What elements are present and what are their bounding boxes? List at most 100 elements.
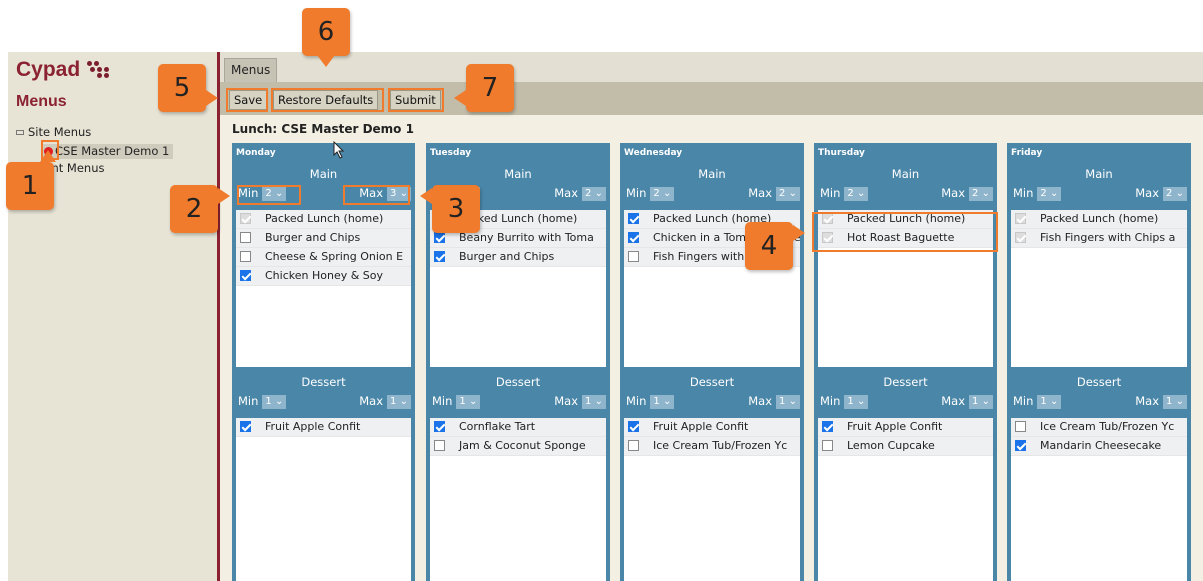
item-checkbox[interactable] <box>1015 439 1026 451</box>
menu-item-label: Fruit Apple Confit <box>847 420 943 433</box>
chevron-down-icon: ⌄ <box>981 395 990 407</box>
collapse-icon[interactable] <box>16 130 24 135</box>
item-checkbox[interactable] <box>240 231 251 243</box>
dessert-min-select[interactable]: 1 ⌄ <box>262 394 287 409</box>
item-checkbox[interactable] <box>628 439 639 451</box>
item-checkbox[interactable] <box>628 231 639 243</box>
menu-item-row[interactable]: Fruit Apple Confit <box>236 418 411 437</box>
main-min-select[interactable]: 2 ⌄ <box>844 186 869 201</box>
dessert-max-select[interactable]: 1 ⌄ <box>582 394 606 409</box>
callout-arrow-6 <box>317 55 335 67</box>
dessert-min-select[interactable]: 1 ⌄ <box>1037 394 1062 409</box>
item-checkbox[interactable] <box>240 420 251 432</box>
dessert-max-select[interactable]: 1 ⌄ <box>969 394 993 409</box>
item-checkbox[interactable] <box>628 420 639 432</box>
item-checkbox[interactable] <box>434 420 445 432</box>
main-max-select[interactable]: 2 ⌄ <box>776 186 800 201</box>
menu-item-row[interactable]: Fruit Apple Confit <box>624 418 800 437</box>
dessert-section-title: Dessert <box>301 375 346 389</box>
menu-item-row[interactable]: Packed Lunch (home) <box>1011 210 1187 229</box>
dessert-max-control: Max 1 ⌄ <box>554 394 606 409</box>
mouse-cursor-icon <box>333 141 345 159</box>
item-checkbox[interactable] <box>628 250 639 262</box>
sidebar-title: Menus <box>16 93 67 110</box>
tree-site-menus[interactable]: Site Menus <box>16 125 91 139</box>
main-section-title: Main <box>1085 167 1113 181</box>
menu-item-row[interactable]: Cornflake Tart <box>430 418 606 437</box>
page-title: Lunch: CSE Master Demo 1 <box>232 122 414 136</box>
menu-item-label: Ice Cream Tub/Frozen Yc <box>1040 420 1175 433</box>
main-items-list: Packed Lunch (home) Burger and Chips Chees… <box>236 210 411 367</box>
chevron-down-icon: ⌄ <box>1049 395 1059 407</box>
tab-menus[interactable]: Menus <box>224 58 278 82</box>
main-min-control: Min2 ⌄ <box>626 186 675 201</box>
dessert-max-select[interactable]: 1 ⌄ <box>387 394 411 409</box>
item-checkbox[interactable] <box>240 250 251 262</box>
item-checkbox[interactable] <box>434 439 445 451</box>
main-max-control: Max 2 ⌄ <box>1135 186 1187 201</box>
callout-badge-4: 4 <box>745 222 793 270</box>
menu-item-row[interactable]: Fish Fingers with Chips a <box>1011 229 1187 248</box>
callout-highlight-main-max <box>343 185 410 205</box>
menu-item-row[interactable]: Cheese & Spring Onion E <box>236 248 411 267</box>
day-column-monday: Monday Main Min 2 ⌄ Max 3 ⌄ Packed Lunch (home… <box>232 143 415 581</box>
menu-item-row[interactable]: Ice Cream Tub/Frozen Yc <box>624 437 800 456</box>
main-max-select[interactable]: 2 ⌄ <box>969 186 993 201</box>
menu-item-row[interactable]: Mandarin Cheesecake <box>1011 437 1187 456</box>
main-max-control: Max 2 ⌄ <box>554 186 606 201</box>
day-column-friday: Friday Main Min 2 ⌄ Max 2 ⌄ Packed Lunch (home… <box>1007 143 1191 581</box>
callout-highlight-restore <box>271 88 384 112</box>
dessert-min-control: Min 1 ⌄ <box>238 394 287 409</box>
menu-item-row[interactable]: Packed Lunch (home) <box>236 210 411 229</box>
dessert-max-select[interactable]: 1 ⌄ <box>1163 394 1187 409</box>
main-section-title: Main <box>309 167 338 181</box>
item-checkbox[interactable] <box>1015 420 1026 432</box>
chevron-down-icon: ⌄ <box>1049 187 1059 199</box>
main-max-select[interactable]: 2 ⌄ <box>1163 186 1187 201</box>
menu-item-row[interactable]: Chicken Honey & Soy <box>236 267 411 286</box>
callout-arrow-2 <box>218 188 230 204</box>
dessert-min-control: Min 1 ⌄ <box>1013 394 1062 409</box>
item-checkbox[interactable] <box>628 212 639 224</box>
dessert-max-select[interactable]: 1 ⌄ <box>776 394 800 409</box>
menu-item-row[interactable]: Jam & Coconut Sponge <box>430 437 606 456</box>
menu-item-label: Fruit Apple Confit <box>653 420 749 433</box>
dessert-min-select[interactable]: 1 ⌄ <box>456 394 481 409</box>
main-max-select[interactable]: 2 ⌄ <box>582 186 606 201</box>
day-column-thursday: Thursday Main Min 2 ⌄ Max 2 ⌄ Packed Lunch (ho… <box>814 143 997 581</box>
callout-highlight-main-min <box>237 185 301 205</box>
menu-item-label: Burger and Chips <box>459 250 555 263</box>
menu-item-row[interactable]: Lemon Cupcake <box>818 437 993 456</box>
chevron-down-icon: ⌄ <box>788 395 797 407</box>
item-checkbox[interactable] <box>240 269 251 281</box>
dessert-items-list: Fruit Apple Confit <box>236 418 411 581</box>
dessert-min-control: Min 1 ⌄ <box>432 394 481 409</box>
chevron-down-icon: ⌄ <box>594 187 603 199</box>
item-checkbox[interactable] <box>822 420 833 432</box>
callout-highlight-submit <box>388 88 444 112</box>
menu-item-label: Lemon Cupcake <box>847 439 935 452</box>
item-checkbox[interactable] <box>434 250 445 262</box>
dessert-min-select[interactable]: 1 ⌄ <box>650 394 675 409</box>
tree-item-cse-master-demo-1[interactable]: CSE Master Demo 1 <box>41 144 174 159</box>
menu-item-row[interactable]: Burger and Chips <box>430 248 606 267</box>
item-checkbox[interactable] <box>822 439 833 451</box>
menu-item-row[interactable]: Ice Cream Tub/Frozen Yc <box>1011 418 1187 437</box>
chevron-down-icon: ⌄ <box>981 187 990 199</box>
chevron-down-icon: ⌄ <box>856 395 866 407</box>
menu-item-row[interactable]: Fruit Apple Confit <box>818 418 993 437</box>
main-section-title: Main <box>504 167 532 181</box>
item-checkbox[interactable] <box>434 231 445 243</box>
main-min-control: Min2 ⌄ <box>1013 186 1062 201</box>
chevron-down-icon: ⌄ <box>1175 395 1184 407</box>
dessert-min-select[interactable]: 1 ⌄ <box>844 394 869 409</box>
main-min-select[interactable]: 2 ⌄ <box>1037 186 1062 201</box>
menu-item-label: Mandarin Cheesecake <box>1040 439 1162 452</box>
sidebar: Cypad Menus Site Menus CSE Master Demo 1… <box>8 52 218 581</box>
dessert-max-control: Max 1 ⌄ <box>1135 394 1187 409</box>
menu-item-label: Beany Burrito with Toma <box>459 231 594 244</box>
main-min-select[interactable]: 2 ⌄ <box>650 186 675 201</box>
menu-item-label: Chicken Honey & Soy <box>265 269 384 282</box>
main-section-title: Main <box>891 167 920 181</box>
menu-item-row[interactable]: Burger and Chips <box>236 229 411 248</box>
